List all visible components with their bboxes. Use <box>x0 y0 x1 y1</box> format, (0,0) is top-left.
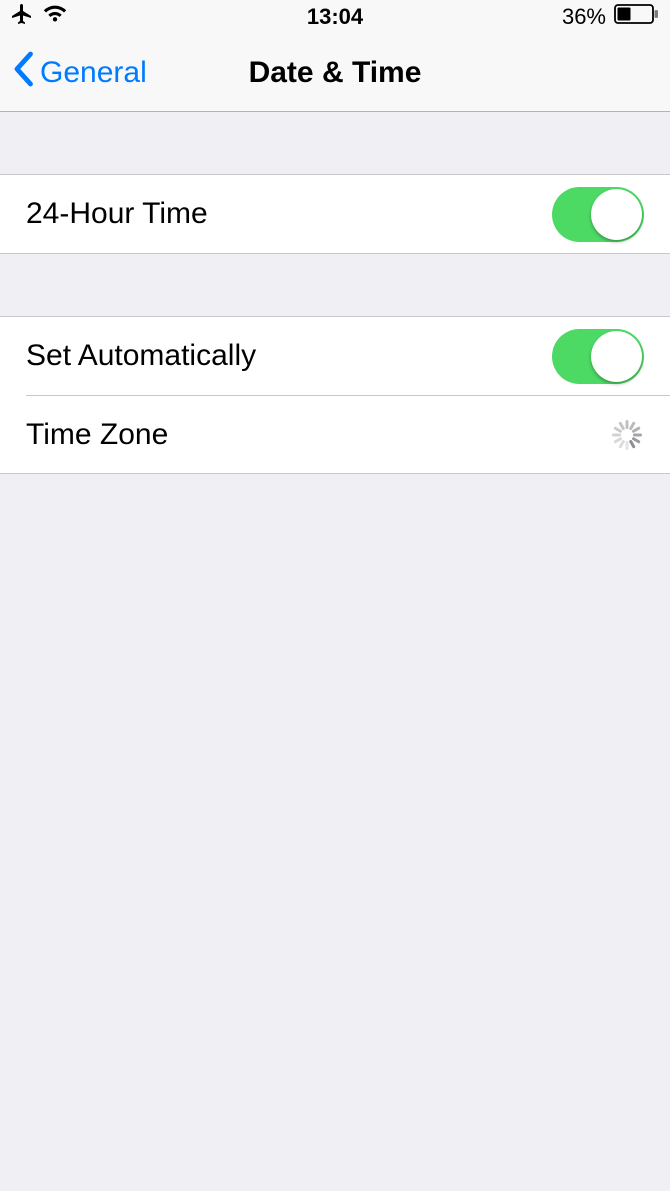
settings-group-time-format: 24-Hour Time <box>0 174 670 254</box>
cell-label-24-hour: 24-Hour Time <box>26 197 208 231</box>
cell-24-hour-time: 24-Hour Time <box>0 175 670 253</box>
status-bar: 13:04 36% <box>0 0 670 34</box>
wifi-icon <box>42 4 68 30</box>
navigation-bar: General Date & Time <box>0 34 670 112</box>
chevron-left-icon <box>12 51 40 95</box>
airplane-mode-icon <box>10 2 34 32</box>
loading-spinner-icon <box>610 418 644 452</box>
cell-set-automatically: Set Automatically <box>0 317 670 395</box>
switch-set-automatically[interactable] <box>552 329 644 384</box>
group-spacer <box>0 254 670 316</box>
battery-percent: 36% <box>562 4 606 30</box>
cell-time-zone[interactable]: Time Zone <box>26 395 670 473</box>
cell-label-set-auto: Set Automatically <box>26 339 256 373</box>
switch-24-hour-time[interactable] <box>552 187 644 242</box>
battery-icon <box>614 4 660 30</box>
back-label: General <box>40 56 147 90</box>
group-spacer <box>0 112 670 174</box>
cell-label-time-zone: Time Zone <box>26 418 168 452</box>
settings-group-auto: Set Automatically Time Zone <box>0 316 670 474</box>
back-button[interactable]: General <box>0 51 147 95</box>
